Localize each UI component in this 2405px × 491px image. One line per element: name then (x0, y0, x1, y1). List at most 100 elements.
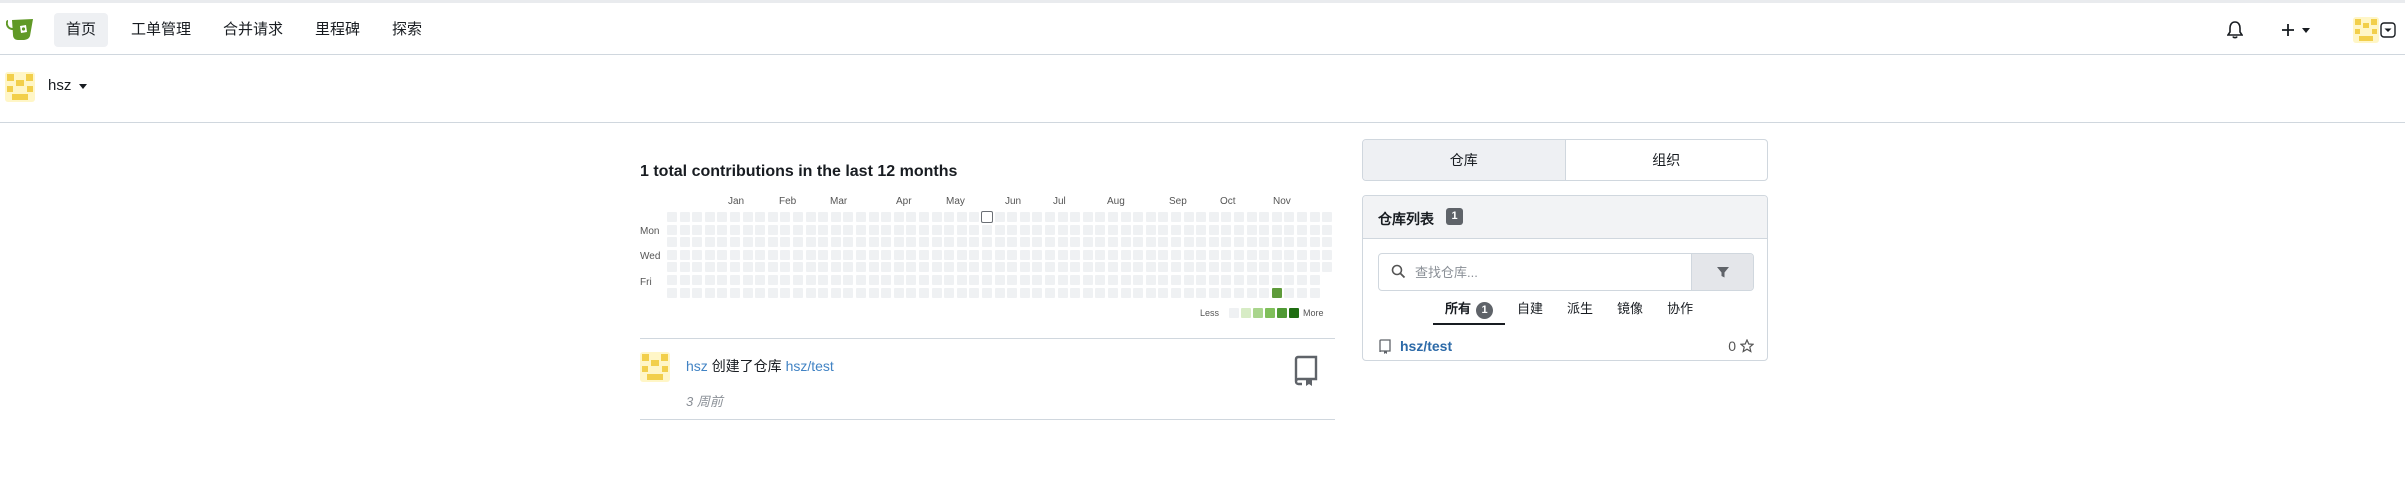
heatmap-cell[interactable] (881, 287, 892, 298)
heatmap-cell[interactable] (818, 275, 829, 285)
feed-user-link[interactable]: hsz (686, 358, 708, 374)
heatmap-cell[interactable] (1145, 275, 1156, 285)
heatmap-cell[interactable] (1271, 237, 1282, 248)
heatmap-cell[interactable] (1196, 212, 1207, 222)
heatmap-cell[interactable] (1246, 212, 1257, 222)
heatmap-cell[interactable] (1070, 212, 1081, 222)
heatmap-cell[interactable] (982, 237, 992, 248)
heatmap-cell[interactable] (1007, 237, 1018, 248)
heatmap-cell[interactable] (1322, 224, 1333, 235)
heatmap-cell[interactable] (793, 224, 803, 235)
heatmap-cell[interactable] (956, 287, 967, 298)
heatmap-cell[interactable] (906, 249, 917, 260)
heatmap-cell[interactable] (1297, 249, 1307, 260)
heatmap-cell[interactable] (944, 249, 955, 260)
heatmap-cell[interactable] (818, 249, 829, 260)
heatmap-cell[interactable] (1183, 249, 1194, 260)
heatmap-cell[interactable] (1322, 237, 1333, 248)
heatmap-cell[interactable] (856, 262, 866, 273)
heatmap-cell[interactable] (805, 287, 816, 298)
heatmap-cell[interactable] (982, 275, 992, 285)
nav-milestones[interactable]: 里程碑 (303, 13, 372, 47)
heatmap-cell[interactable] (780, 262, 791, 273)
heatmap-cell[interactable] (704, 212, 715, 222)
heatmap-cell[interactable] (931, 262, 942, 273)
heatmap-cell[interactable] (1158, 287, 1169, 298)
heatmap-cell[interactable] (1032, 224, 1043, 235)
heatmap-cell[interactable] (1057, 287, 1068, 298)
heatmap-cell[interactable] (982, 262, 992, 273)
heatmap-cell[interactable] (1019, 224, 1030, 235)
heatmap-cell[interactable] (1284, 212, 1295, 222)
heatmap-cell[interactable] (717, 212, 728, 222)
heatmap-cell[interactable] (1208, 212, 1219, 222)
heatmap-cell[interactable] (919, 262, 929, 273)
heatmap-cell[interactable] (1158, 237, 1169, 248)
heatmap-cell[interactable] (1259, 275, 1270, 285)
heatmap-cell[interactable] (1082, 287, 1093, 298)
heatmap-cell[interactable] (969, 275, 980, 285)
heatmap-cell[interactable] (1183, 224, 1194, 235)
heatmap-cell[interactable] (1032, 275, 1043, 285)
heatmap-cell[interactable] (944, 212, 955, 222)
heatmap-cell[interactable] (830, 275, 841, 285)
heatmap-cell[interactable] (969, 224, 980, 235)
heatmap-cell[interactable] (1108, 262, 1118, 273)
heatmap-cell[interactable] (1019, 275, 1030, 285)
heatmap-cell[interactable] (1019, 212, 1030, 222)
heatmap-cell[interactable] (1309, 275, 1320, 285)
heatmap-cell[interactable] (1032, 249, 1043, 260)
heatmap-cell[interactable] (1284, 224, 1295, 235)
heatmap-cell[interactable] (1246, 224, 1257, 235)
heatmap-cell[interactable] (906, 262, 917, 273)
heatmap-cell[interactable] (856, 287, 866, 298)
heatmap-cell[interactable] (1309, 212, 1320, 222)
bell-icon[interactable] (2227, 17, 2243, 43)
heatmap-cell[interactable] (994, 262, 1005, 273)
heatmap-cell[interactable] (843, 262, 854, 273)
feed-repo-link[interactable]: hsz/test (786, 358, 834, 374)
heatmap-cell[interactable] (919, 287, 929, 298)
heatmap-cell[interactable] (1120, 249, 1131, 260)
heatmap-cell[interactable] (1120, 262, 1131, 273)
heatmap-cell[interactable] (956, 249, 967, 260)
repo-search-input[interactable] (1415, 254, 1695, 290)
heatmap-cell[interactable] (1095, 249, 1106, 260)
heatmap-cell[interactable] (893, 237, 904, 248)
heatmap-cell[interactable] (1070, 249, 1081, 260)
heatmap-cell[interactable] (793, 287, 803, 298)
heatmap-cell[interactable] (931, 237, 942, 248)
heatmap-cell[interactable] (994, 287, 1005, 298)
heatmap-cell[interactable] (1208, 262, 1219, 273)
heatmap-cell[interactable] (856, 249, 866, 260)
heatmap-cell[interactable] (868, 224, 879, 235)
heatmap-cell[interactable] (1082, 212, 1093, 222)
heatmap-cell[interactable] (1221, 237, 1232, 248)
heatmap-cell[interactable] (667, 275, 677, 285)
heatmap-cell[interactable] (692, 237, 703, 248)
heatmap-cell[interactable] (692, 224, 703, 235)
heatmap-cell[interactable] (755, 249, 766, 260)
heatmap-cell[interactable] (1045, 262, 1055, 273)
heatmap-cell[interactable] (1322, 249, 1333, 260)
heatmap-cell[interactable] (1309, 262, 1320, 273)
heatmap-cell[interactable] (944, 262, 955, 273)
heatmap-cell[interactable] (1082, 275, 1093, 285)
heatmap-cell[interactable] (1322, 262, 1333, 273)
heatmap-cell[interactable] (981, 211, 993, 223)
heatmap-cell[interactable] (994, 212, 1005, 222)
heatmap-cell[interactable] (805, 237, 816, 248)
heatmap-cell[interactable] (1284, 262, 1295, 273)
heatmap-cell[interactable] (1007, 275, 1018, 285)
heatmap-cell[interactable] (893, 224, 904, 235)
heatmap-cell[interactable] (780, 224, 791, 235)
heatmap-cell[interactable] (1133, 237, 1144, 248)
heatmap-cell[interactable] (1271, 224, 1282, 235)
heatmap-cell[interactable] (1133, 249, 1144, 260)
heatmap-cell[interactable] (994, 237, 1005, 248)
heatmap-cell[interactable] (881, 249, 892, 260)
heatmap-cell[interactable] (969, 212, 980, 222)
heatmap-cell[interactable] (1070, 224, 1081, 235)
repo-name-link[interactable]: hsz/test (1400, 338, 1452, 354)
heatmap-cell[interactable] (1057, 249, 1068, 260)
